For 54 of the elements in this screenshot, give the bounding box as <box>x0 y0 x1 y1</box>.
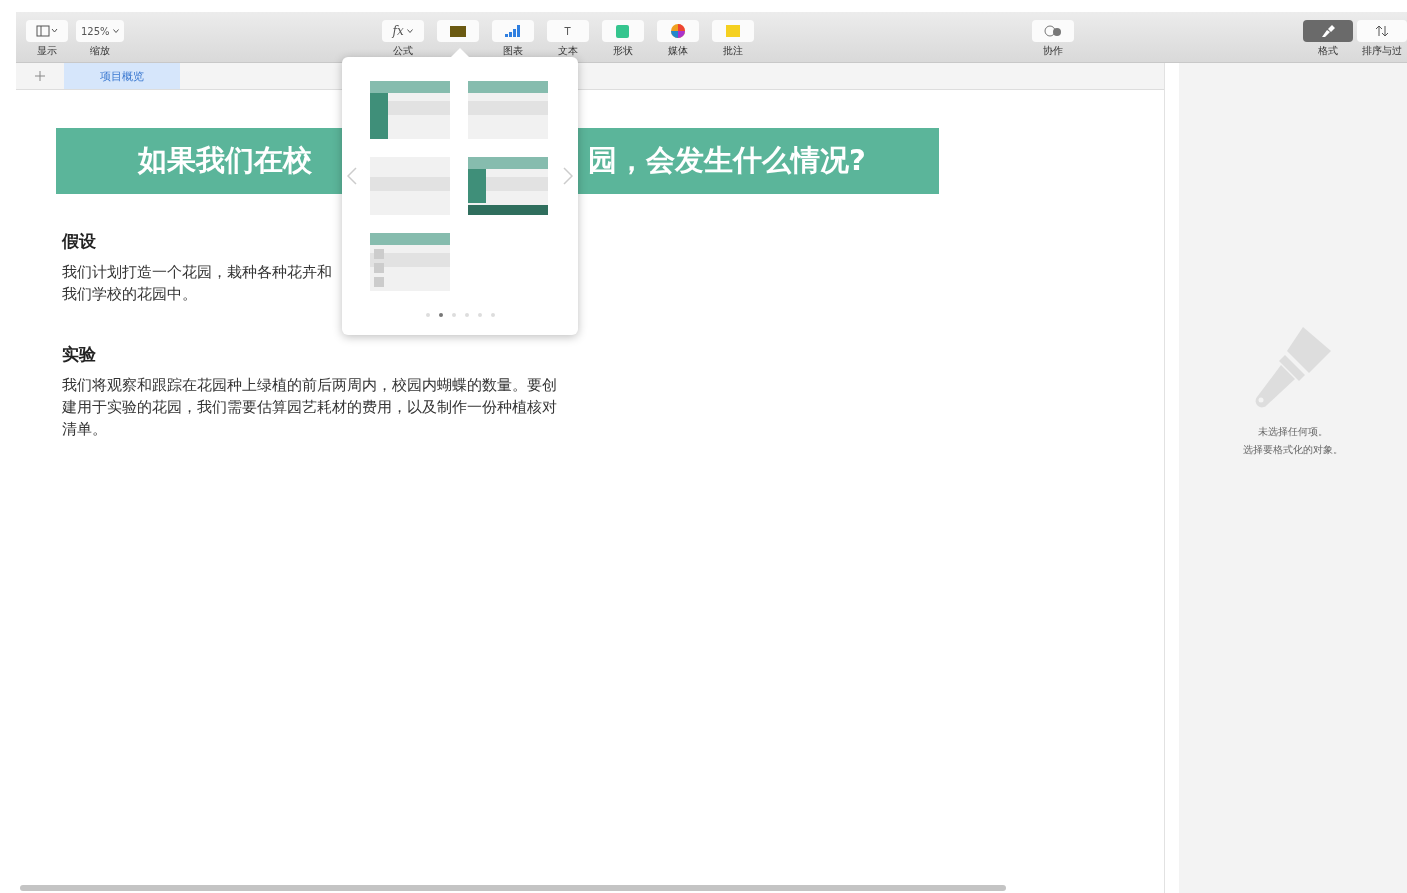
comment-button[interactable] <box>711 20 754 42</box>
table-style-thumbnail[interactable] <box>370 157 450 215</box>
scrollbar[interactable] <box>20 885 1006 891</box>
toolbar-label: 公式 <box>392 44 413 58</box>
body-text: 我们将观察和跟踪在花园种上绿植的前后两周内，校园内蝴蝶的数量。要创建用于实验的花园，我们需要估算园艺耗材的费用，以及制作一份种植核对清单。 <box>62 375 558 440</box>
formula-button[interactable]: fx <box>381 20 424 42</box>
toolbar-label: 缩放 <box>89 44 110 58</box>
zoom-button[interactable]: 125% <box>76 20 124 42</box>
empty-selection-text: 选择要格式化的对象。 <box>1243 443 1343 457</box>
table-icon <box>449 25 466 37</box>
table-style-thumbnail[interactable] <box>370 81 450 139</box>
toolbar-label: 排序与过 <box>1362 44 1402 58</box>
people-icon <box>1043 25 1062 37</box>
table-style-thumbnail[interactable] <box>370 233 450 291</box>
toolbar-label: 批注 <box>722 44 743 58</box>
color-wheel-icon <box>670 24 685 38</box>
media-button[interactable] <box>656 20 699 42</box>
square-icon <box>616 24 630 38</box>
chart-button[interactable] <box>491 20 534 42</box>
table-button[interactable] <box>436 20 479 42</box>
sidebar-toggle-icon <box>36 25 58 37</box>
chevron-right-icon[interactable] <box>563 167 573 185</box>
caret-icon <box>406 29 413 33</box>
collaborate-button[interactable] <box>1031 20 1074 42</box>
toolbar-label: 文本 <box>557 44 578 58</box>
toolbar-label: 媒体 <box>667 44 688 58</box>
body-text: 我们计划打造一个花园，栽种各种花卉和 <box>62 262 333 283</box>
toolbar-label: 协作 <box>1042 44 1063 58</box>
sort-filter-button[interactable] <box>1357 20 1407 42</box>
page-dot[interactable] <box>438 313 443 317</box>
brush-icon <box>1321 24 1335 38</box>
title-text: 园，会发生什么情况? <box>588 142 866 179</box>
shape-button[interactable] <box>601 20 644 42</box>
format-button[interactable] <box>1303 20 1353 42</box>
toolbar-label: 图表 <box>502 44 523 58</box>
section-heading: 实验 <box>62 343 97 366</box>
sheet-tab[interactable]: 项目概览 <box>64 63 180 89</box>
text-button[interactable]: T <box>546 20 589 42</box>
plus-icon <box>35 71 45 81</box>
empty-selection-text: 未选择任何项。 <box>1258 425 1328 439</box>
view-button[interactable] <box>26 20 68 42</box>
toolbar-label: 格式 <box>1318 44 1338 58</box>
body-text: 我们学校的花园中。 <box>62 284 198 305</box>
note-icon <box>725 25 740 37</box>
sort-arrows-icon <box>1375 25 1389 37</box>
title-text: 如果我们在校 <box>138 142 312 179</box>
toolbar-label: 显示 <box>37 44 57 58</box>
toolbar-label: 形状 <box>612 44 633 58</box>
chevron-left-icon[interactable] <box>347 167 357 185</box>
bar-chart-icon <box>504 25 521 37</box>
caret-icon <box>112 29 119 33</box>
section-heading: 假设 <box>62 230 97 253</box>
table-style-thumbnail[interactable] <box>468 81 548 139</box>
table-style-thumbnail[interactable] <box>468 157 548 215</box>
